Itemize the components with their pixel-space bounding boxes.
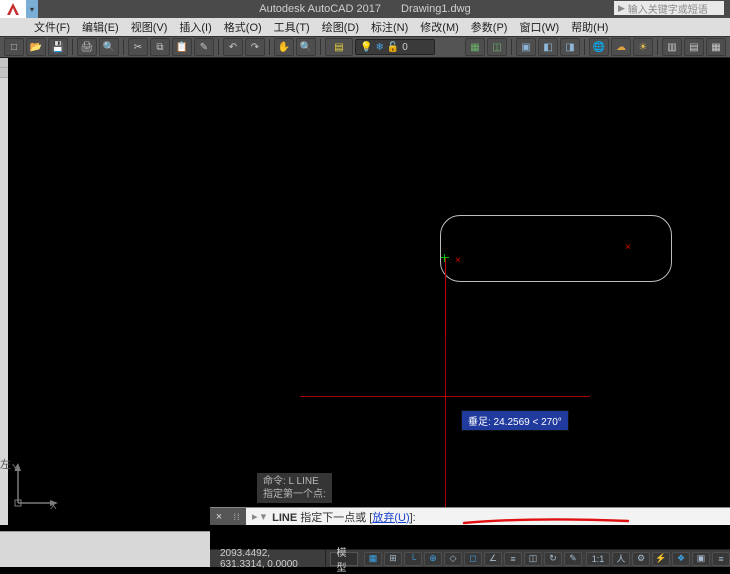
- transparency-icon[interactable]: ◫: [524, 552, 542, 566]
- ortho-icon[interactable]: └: [404, 552, 422, 566]
- tool-b-icon[interactable]: ◫: [487, 38, 507, 56]
- cut-icon[interactable]: ✂: [128, 38, 148, 56]
- lock-icon: 🔓: [387, 42, 399, 53]
- otrack-icon[interactable]: ∠: [484, 552, 502, 566]
- grip-marker: ×: [455, 256, 461, 266]
- cycling-icon[interactable]: ↻: [544, 552, 562, 566]
- cloud-icon[interactable]: ☁: [611, 38, 631, 56]
- left-label: 左: [0, 456, 8, 472]
- cmdline-text: LINE 指定下一点或 [放弃(U)]:: [272, 509, 416, 525]
- app-logo[interactable]: [0, 0, 26, 18]
- zoom-icon[interactable]: 🔍: [296, 38, 316, 56]
- rounded-rectangle: [440, 215, 672, 282]
- app-menu-dropdown[interactable]: ▾: [26, 0, 38, 18]
- cmdline-close-icon[interactable]: ×: [210, 508, 228, 526]
- drawing-canvas[interactable]: 左 × × 垂足: 24.2569 < 270° Y X 命令: L LINE …: [0, 58, 730, 525]
- grid-icon[interactable]: ▦: [364, 552, 382, 566]
- status-bar: 2093.4492, 631.3314, 0.0000 模型 ▦ ⊞ └ ⊕ ◇…: [210, 549, 730, 567]
- model-space-chip[interactable]: 模型: [330, 552, 358, 566]
- cmd-option-undo[interactable]: 放弃(U): [372, 509, 409, 525]
- workspace-icon[interactable]: ⚙: [632, 552, 650, 566]
- menu-dimension[interactable]: 标注(N): [371, 19, 408, 35]
- osnap-tooltip: 垂足: 24.2569 < 270°: [461, 410, 569, 431]
- cmdline-grip-icon[interactable]: ⁞⁞: [228, 508, 246, 526]
- pan-icon[interactable]: ✋: [274, 38, 294, 56]
- app-title: Autodesk AutoCAD 2017: [259, 3, 381, 15]
- search-input[interactable]: ▶ 输入关键字或短语: [614, 1, 724, 15]
- iso-icon[interactable]: ◇: [444, 552, 462, 566]
- tool-h-icon[interactable]: ▦: [706, 38, 726, 56]
- new-icon[interactable]: □: [4, 38, 24, 56]
- menu-bar: 文件(F) 编辑(E) 视图(V) 插入(I) 格式(O) 工具(T) 绘图(D…: [0, 18, 730, 36]
- print-icon[interactable]: 🖨: [77, 38, 97, 56]
- command-line[interactable]: × ⁞⁞ ▸ ▾ LINE 指定下一点或 [放弃(U)]:: [210, 507, 730, 525]
- tool-f-icon[interactable]: ▥: [662, 38, 682, 56]
- polar-icon[interactable]: ⊕: [424, 552, 442, 566]
- menu-format[interactable]: 格式(O): [224, 19, 262, 35]
- tool-c-icon[interactable]: ▣: [516, 38, 536, 56]
- bulb-icon: 💡: [360, 42, 372, 53]
- customize-icon[interactable]: ≡: [712, 552, 730, 566]
- open-icon[interactable]: 📂: [26, 38, 46, 56]
- annotation-icon[interactable]: ✎: [564, 552, 582, 566]
- menu-window[interactable]: 窗口(W): [519, 19, 559, 35]
- menu-file[interactable]: 文件(F): [34, 19, 70, 35]
- menu-help[interactable]: 帮助(H): [571, 19, 608, 35]
- hw-accel-icon[interactable]: ⚡: [652, 552, 670, 566]
- anno-scale-icon[interactable]: 人: [612, 552, 630, 566]
- scale-icon[interactable]: 1:1: [586, 552, 610, 566]
- copy-icon[interactable]: ⧉: [150, 38, 170, 56]
- menu-param[interactable]: 参数(P): [471, 19, 508, 35]
- cmdline-caret: ▸ ▾: [246, 510, 272, 523]
- tool-g-icon[interactable]: ▤: [684, 38, 704, 56]
- menu-insert[interactable]: 插入(I): [179, 19, 211, 35]
- osnap-icon[interactable]: ◻: [464, 552, 482, 566]
- undo-icon[interactable]: ↶: [223, 38, 243, 56]
- document-title: Drawing1.dwg: [401, 3, 471, 15]
- paste-icon[interactable]: 📋: [172, 38, 192, 56]
- isolate-icon[interactable]: ❖: [672, 552, 690, 566]
- coords-readout[interactable]: 2093.4492, 631.3314, 0.0000: [210, 550, 326, 567]
- crosshair-v: [445, 334, 446, 525]
- tool-e-icon[interactable]: ◨: [560, 38, 580, 56]
- tool-d-icon[interactable]: ◧: [538, 38, 558, 56]
- menu-draw[interactable]: 绘图(D): [322, 19, 359, 35]
- layer-combo[interactable]: 💡 ❄ 🔓 0: [355, 39, 435, 55]
- menu-view[interactable]: 视图(V): [131, 19, 168, 35]
- sun-icon[interactable]: ☀: [633, 38, 653, 56]
- menu-tools[interactable]: 工具(T): [274, 19, 310, 35]
- layer-name: 0: [402, 42, 408, 53]
- match-icon[interactable]: ✎: [194, 38, 214, 56]
- freeze-icon: ❄: [375, 42, 383, 53]
- lineweight-icon[interactable]: ≡: [504, 552, 522, 566]
- preview-icon[interactable]: 🔍: [99, 38, 119, 56]
- grip-marker: ×: [625, 243, 631, 253]
- annotation-stroke: [462, 515, 632, 525]
- tool-a-icon[interactable]: ▦: [465, 38, 485, 56]
- earth-icon[interactable]: 🌐: [589, 38, 609, 56]
- command-history: 命令: L LINE 指定第一个点:: [257, 473, 332, 503]
- title-bar: ▾ Autodesk AutoCAD 2017 Drawing1.dwg ▶ 输…: [0, 0, 730, 18]
- cursor-point: [442, 393, 449, 400]
- standard-toolbar: □ 📂 💾 🖨 🔍 ✂ ⧉ 📋 ✎ ↶ ↷ ✋ 🔍 ▤ 💡 ❄ 🔓 0 ▦ ◫ …: [0, 36, 730, 58]
- ucs-x-label: X: [50, 501, 57, 512]
- ucs-y-label: Y: [12, 463, 19, 474]
- layer-props-icon[interactable]: ▤: [325, 38, 353, 56]
- nav-bar-left[interactable]: [0, 58, 8, 525]
- save-icon[interactable]: 💾: [48, 38, 68, 56]
- redo-icon[interactable]: ↷: [245, 38, 265, 56]
- menu-edit[interactable]: 编辑(E): [82, 19, 119, 35]
- snap-icon[interactable]: ⊞: [384, 552, 402, 566]
- clean-icon[interactable]: ▣: [692, 552, 710, 566]
- menu-modify[interactable]: 修改(M): [420, 19, 459, 35]
